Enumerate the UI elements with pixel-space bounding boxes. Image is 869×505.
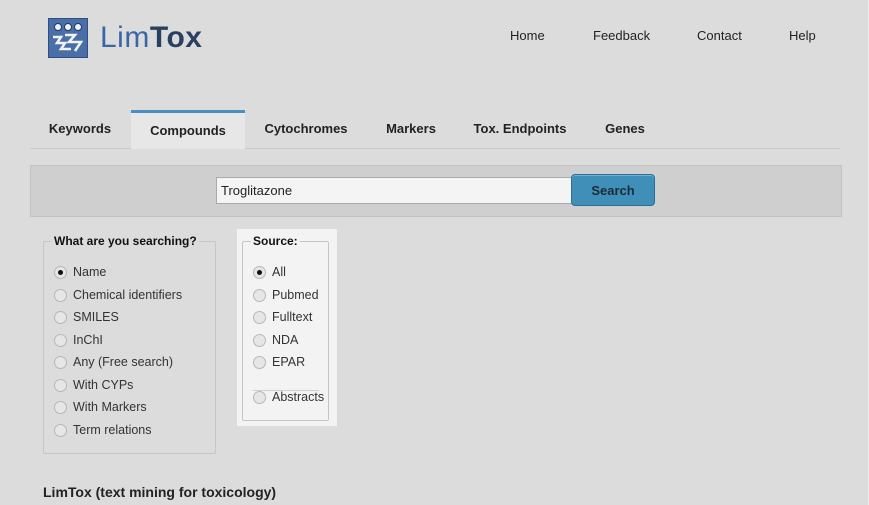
radio-icon[interactable] <box>253 288 266 302</box>
tab-compounds[interactable]: Compounds <box>131 110 245 149</box>
tab-cytochromes[interactable]: Cytochromes <box>252 110 360 148</box>
nav-help[interactable]: Help <box>789 28 816 43</box>
radio-label: EPAR <box>272 355 306 369</box>
radio-label: With Markers <box>73 400 147 414</box>
radio-source-abstracts[interactable]: Abstracts <box>253 390 324 404</box>
radio-label: Fulltext <box>272 310 313 324</box>
radio-icon[interactable] <box>54 310 67 324</box>
radio-icon[interactable] <box>54 355 67 369</box>
footer-title: LimTox (text mining for toxicology) <box>43 484 277 500</box>
radio-inchi[interactable]: InChI <box>54 333 103 347</box>
tab-tox-endpoints[interactable]: Tox. Endpoints <box>466 110 574 148</box>
search-input[interactable] <box>216 177 574 204</box>
radio-icon[interactable] <box>54 378 67 392</box>
radio-source-pubmed[interactable]: Pubmed <box>253 288 319 302</box>
radio-label: Abstracts <box>272 390 325 404</box>
radio-label: Name <box>73 265 107 279</box>
top-nav: Home Feedback Contact Help <box>0 28 869 48</box>
tab-keywords[interactable]: Keywords <box>30 110 130 148</box>
search-button[interactable]: Search <box>571 174 655 206</box>
radio-icon[interactable] <box>54 423 67 437</box>
source-legend: Source: <box>251 234 300 248</box>
searching-fieldset: What are you searching? Name Chemical id… <box>43 234 216 454</box>
nav-feedback[interactable]: Feedback <box>593 28 650 43</box>
tab-genes[interactable]: Genes <box>595 110 655 148</box>
radio-source-fulltext[interactable]: Fulltext <box>253 310 312 324</box>
radio-label: Chemical identifiers <box>73 288 183 302</box>
radio-label: Pubmed <box>272 288 319 302</box>
radio-source-all[interactable]: All <box>253 265 286 279</box>
tab-markers[interactable]: Markers <box>377 110 445 148</box>
radio-name[interactable]: Name <box>54 265 106 279</box>
radio-label: NDA <box>272 333 299 347</box>
radio-with-cyps[interactable]: With CYPs <box>54 378 133 392</box>
radio-source-epar[interactable]: EPAR <box>253 355 305 369</box>
radio-icon[interactable] <box>253 310 266 324</box>
nav-home[interactable]: Home <box>510 28 545 43</box>
radio-icon[interactable] <box>54 265 67 279</box>
radio-icon[interactable] <box>253 265 266 279</box>
radio-label: SMILES <box>73 310 119 324</box>
source-panel: Source: All Pubmed Fulltext NDA EPAR Abs… <box>237 229 337 426</box>
radio-icon[interactable] <box>54 333 67 347</box>
radio-source-nda[interactable]: NDA <box>253 333 298 347</box>
radio-label: With CYPs <box>73 378 134 392</box>
search-bar: Search <box>30 165 842 217</box>
searching-legend: What are you searching? <box>52 234 199 248</box>
radio-label: Term relations <box>73 423 152 437</box>
source-fieldset: Source: All Pubmed Fulltext NDA EPAR Abs… <box>242 234 329 421</box>
radio-chemical-identifiers[interactable]: Chemical identifiers <box>54 288 182 302</box>
radio-smiles[interactable]: SMILES <box>54 310 119 324</box>
radio-label: All <box>272 265 286 279</box>
radio-icon[interactable] <box>54 400 67 414</box>
radio-icon[interactable] <box>253 333 266 347</box>
radio-icon[interactable] <box>253 390 266 404</box>
radio-icon[interactable] <box>54 288 67 302</box>
radio-label: Any (Free search) <box>73 355 174 369</box>
radio-term-relations[interactable]: Term relations <box>54 423 152 437</box>
radio-label: InChI <box>73 333 103 347</box>
radio-free-search[interactable]: Any (Free search) <box>54 355 173 369</box>
nav-contact[interactable]: Contact <box>697 28 742 43</box>
radio-with-markers[interactable]: With Markers <box>54 400 147 414</box>
radio-icon[interactable] <box>253 355 266 369</box>
search-tabs: Keywords Compounds Cytochromes Markers T… <box>30 110 840 149</box>
